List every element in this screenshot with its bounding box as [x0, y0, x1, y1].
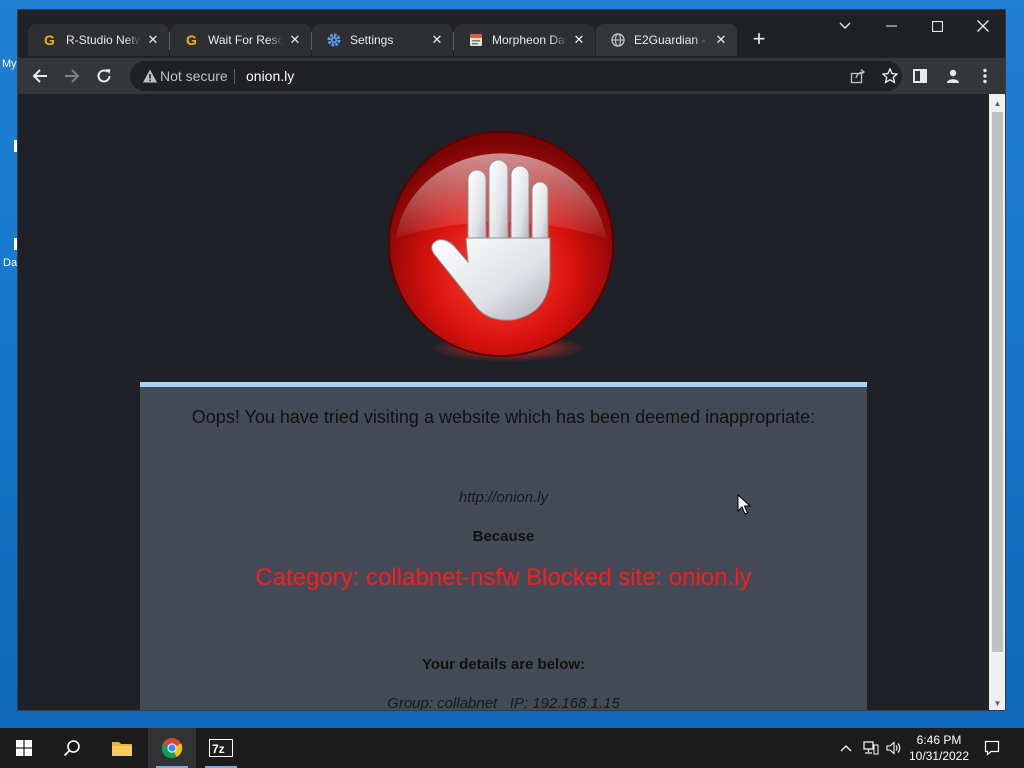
blocked-url: http://onion.ly — [458, 489, 549, 506]
tab-title: Settings — [350, 33, 394, 47]
forward-icon[interactable] — [60, 64, 84, 88]
new-tab-icon[interactable]: + — [748, 28, 770, 51]
page-icon — [468, 32, 484, 48]
maximize-icon[interactable] — [914, 10, 960, 42]
g-icon: G — [184, 32, 200, 48]
bookmark-star-icon[interactable] — [880, 66, 900, 86]
desktop-icon-label[interactable]: Da — [3, 257, 17, 269]
g-icon: G — [42, 32, 58, 48]
block-heading: Oops! You have tried visiting a website … — [191, 407, 816, 427]
taskbar: 7z 6:46 PM 10/31/2022 — [0, 728, 1024, 768]
url-text[interactable]: onion.ly — [246, 68, 294, 84]
tab-wait-for-resources[interactable]: G Wait For Resources ✕ — [170, 24, 311, 56]
tab-morpheon[interactable]: Morpheon Data ✕ — [454, 24, 595, 56]
windows-start-icon[interactable] — [0, 728, 48, 768]
svg-text:7z: 7z — [212, 742, 225, 756]
close-tab-icon[interactable]: ✕ — [145, 32, 161, 48]
address-bar[interactable]: Not secure onion.ly — [130, 61, 902, 91]
close-tab-icon[interactable]: ✕ — [429, 32, 445, 48]
clock-time: 6:46 PM — [916, 733, 962, 747]
share-icon[interactable] — [848, 66, 868, 86]
back-icon[interactable] — [28, 64, 52, 88]
tab-r-studio[interactable]: G R-Studio Network ✕ — [28, 24, 169, 56]
tab-title: E2Guardian - Access Denied — [634, 33, 709, 47]
scroll-down-icon[interactable]: ▼ — [989, 696, 1005, 710]
tab-title: Morpheon Data — [492, 33, 567, 47]
tab-title: Wait For Resources — [208, 33, 283, 47]
file-explorer-icon[interactable] — [98, 728, 146, 768]
mouse-cursor-icon — [737, 493, 752, 521]
browser-toolbar: Not secure onion.ly — [18, 58, 1005, 94]
scroll-up-icon[interactable]: ▲ — [989, 96, 1005, 110]
details-heading: Your details are below: — [421, 656, 586, 673]
omnibox-divider — [234, 69, 235, 84]
close-window-icon[interactable] — [960, 10, 1005, 42]
globe-icon — [610, 32, 626, 48]
svg-text:G: G — [186, 32, 197, 48]
reload-icon[interactable] — [92, 64, 116, 88]
close-tab-icon[interactable]: ✕ — [571, 32, 587, 48]
7zip-icon[interactable]: 7z — [197, 728, 245, 768]
close-tab-icon[interactable]: ✕ — [287, 32, 303, 48]
tab-settings[interactable]: Settings ✕ — [312, 24, 453, 56]
show-hidden-icons-icon[interactable] — [837, 728, 855, 768]
desktop-icon-label[interactable]: My — [2, 58, 17, 70]
block-reason: Category: collabnet-nsfw Blocked site: o… — [255, 564, 752, 591]
minimize-icon[interactable] — [868, 10, 914, 42]
user-details: Group: collabnet IP: 192.168.1.15 — [387, 695, 620, 711]
stop-hand-icon — [388, 126, 628, 366]
tab-search-icon[interactable] — [822, 10, 868, 42]
page-viewport: Oops! You have tried visiting a website … — [18, 94, 989, 711]
scrollbar-thumb[interactable] — [992, 112, 1003, 652]
chrome-icon[interactable] — [148, 728, 196, 768]
system-clock[interactable]: 6:46 PM 10/31/2022 — [906, 732, 972, 764]
volume-icon[interactable] — [884, 728, 904, 768]
gear-icon — [326, 32, 342, 48]
profile-icon[interactable] — [941, 64, 965, 88]
network-icon[interactable] — [860, 728, 882, 768]
svg-text:G: G — [44, 32, 55, 48]
browser-window: G R-Studio Network ✕ G Wait For Resource… — [17, 9, 1006, 711]
side-panel-icon[interactable] — [908, 64, 932, 88]
tab-title: R-Studio Network — [66, 33, 141, 47]
because-label: Because — [472, 528, 535, 545]
close-tab-icon[interactable]: ✕ — [713, 32, 729, 48]
tab-strip: G R-Studio Network ✕ G Wait For Resource… — [18, 10, 1005, 58]
block-message-panel: Oops! You have tried visiting a website … — [140, 382, 867, 711]
vertical-scrollbar[interactable]: ▲ ▼ — [989, 94, 1005, 710]
warning-icon[interactable] — [142, 68, 158, 84]
search-icon[interactable] — [48, 728, 96, 768]
security-status-label[interactable]: Not secure — [160, 68, 228, 84]
tab-e2guardian[interactable]: E2Guardian - Access Denied ✕ — [596, 24, 737, 56]
notification-icon[interactable] — [978, 728, 1006, 768]
menu-dots-icon[interactable] — [973, 64, 997, 88]
clock-date: 10/31/2022 — [908, 749, 970, 763]
